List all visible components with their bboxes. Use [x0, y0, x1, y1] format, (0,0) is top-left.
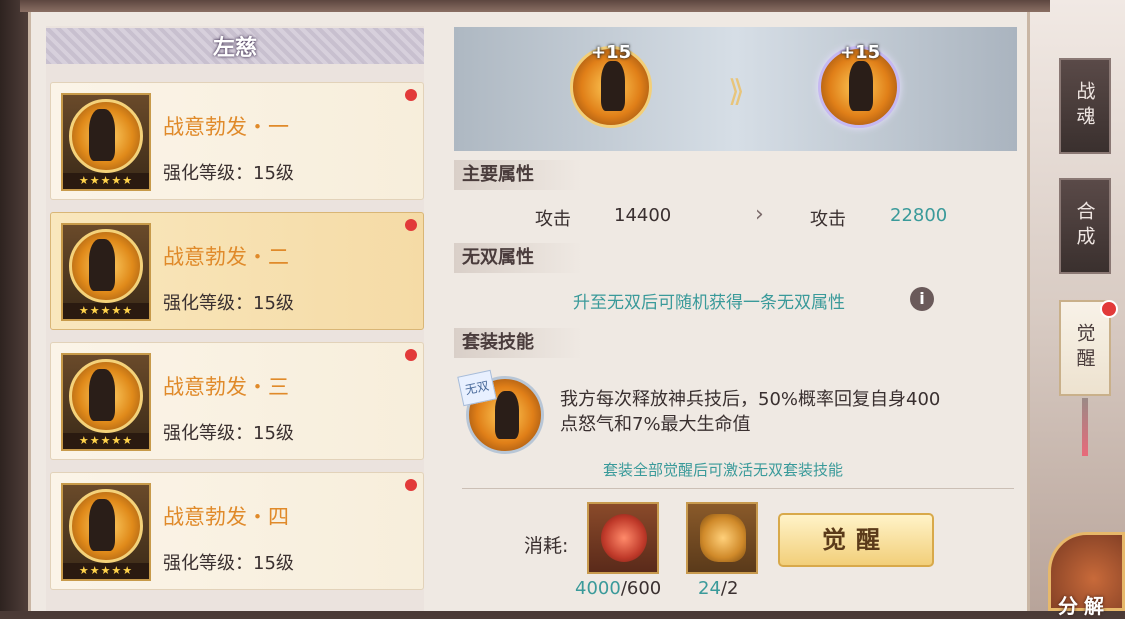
list-item-selected[interactable]: ★★★★★ 战意勃发・二 强化等级：15级 — [50, 212, 424, 330]
warrior-figure-icon — [89, 239, 115, 291]
double-chevron-icon: ⟫ — [728, 74, 745, 109]
item-icon: ★★★★★ — [61, 483, 151, 581]
item-level: 强化等级：15级 — [163, 553, 294, 574]
list-item[interactable]: ★★★★★ 战意勃发・一 强化等级：15级 — [50, 82, 424, 200]
before-attr-value: 14400 — [614, 205, 672, 226]
list-item[interactable]: ★★★★★ 战意勃发・三 强化等级：15级 — [50, 342, 424, 460]
item-level: 强化等级：15级 — [163, 423, 294, 444]
red-dot-badge — [405, 219, 417, 231]
star-rating: ★★★★★ — [63, 563, 149, 579]
set-skill-note: 套装全部觉醒后可激活无双套装技能 — [603, 461, 844, 479]
material2-need: /2 — [720, 578, 739, 599]
main-attr-heading: 主要属性 — [454, 160, 582, 190]
material-red-orb-slot[interactable] — [587, 502, 659, 574]
after-attr-value: 22800 — [890, 205, 948, 226]
material1-need: /600 — [620, 578, 662, 599]
info-icon[interactable]: i — [910, 287, 934, 311]
awaken-button[interactable]: 觉醒 — [778, 513, 934, 567]
warrior-figure-icon — [89, 499, 115, 551]
tab-hecheng[interactable]: 合成 — [1059, 178, 1111, 274]
item-name: 战意勃发・四 — [163, 505, 289, 529]
before-attr-label: 攻击 — [535, 209, 571, 230]
star-rating: ★★★★★ — [63, 303, 149, 319]
set-skill-desc-line2: 点怒气和7%最大生命值 — [560, 414, 751, 435]
red-orb-icon — [601, 514, 647, 562]
tab-zhanhun[interactable]: 战魂 — [1059, 58, 1111, 154]
item-name: 战意勃发・三 — [163, 375, 289, 399]
material1-have: 4000 — [575, 578, 621, 599]
tiger-icon — [700, 514, 746, 562]
list-item[interactable]: ★★★★★ 战意勃发・四 强化等级：15级 — [50, 472, 424, 590]
tassel-decoration — [1082, 398, 1088, 456]
set-skill-desc-line1: 我方每次释放神兵技后，50%概率回复自身400 — [560, 389, 941, 410]
warrior-figure-icon — [601, 61, 625, 111]
red-dot-badge — [405, 349, 417, 361]
item-level: 强化等级：15级 — [163, 293, 294, 314]
set-skill-heading: 套装技能 — [454, 328, 582, 358]
item-icon: ★★★★★ — [61, 353, 151, 451]
divider — [462, 488, 1014, 489]
wushuang-attr-heading: 无双属性 — [454, 243, 582, 273]
item-level: 强化等级：15级 — [163, 163, 294, 184]
warrior-figure-icon — [89, 109, 115, 161]
after-enhance-level: +15 — [840, 42, 881, 63]
panel-title: 左慈 — [46, 28, 424, 64]
warrior-figure-icon — [849, 61, 873, 111]
star-rating: ★★★★★ — [63, 173, 149, 189]
material-tiger-slot[interactable] — [686, 502, 758, 574]
material2-have: 24 — [698, 578, 721, 599]
item-icon: ★★★★★ — [61, 223, 151, 321]
warrior-figure-icon — [89, 369, 115, 421]
chevron-right-icon: › — [755, 202, 764, 227]
item-name: 战意勃发・二 — [163, 245, 289, 269]
frame-top-border — [20, 0, 1050, 12]
red-dot-badge — [405, 479, 417, 491]
material1-count: 4000/600 — [575, 578, 661, 599]
cost-label: 消耗: — [524, 535, 569, 557]
red-dot-badge — [405, 89, 417, 101]
item-icon: ★★★★★ — [61, 93, 151, 191]
decompose-label: 分解 — [1058, 594, 1110, 618]
red-dot-badge — [1100, 300, 1118, 318]
after-attr-label: 攻击 — [810, 209, 846, 230]
wushuang-attr-text: 升至无双后可随机获得一条无双属性 — [573, 293, 845, 313]
before-enhance-level: +15 — [591, 42, 632, 63]
material2-count: 24/2 — [698, 578, 738, 599]
warrior-figure-icon — [495, 391, 519, 439]
star-rating: ★★★★★ — [63, 433, 149, 449]
item-name: 战意勃发・一 — [163, 115, 289, 139]
